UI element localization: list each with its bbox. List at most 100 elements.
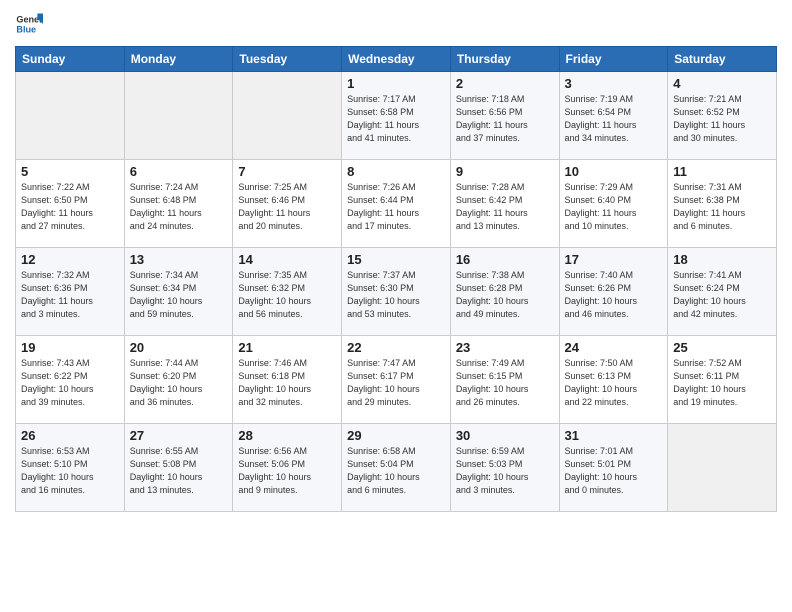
day-number: 18 <box>673 252 771 267</box>
day-info: Sunrise: 7:26 AM Sunset: 6:44 PM Dayligh… <box>347 181 445 233</box>
day-number: 6 <box>130 164 228 179</box>
day-number: 25 <box>673 340 771 355</box>
day-header-friday: Friday <box>559 47 668 72</box>
calendar-week-4: 19 Sunrise: 7:43 AM Sunset: 6:22 PM Dayli… <box>16 336 777 424</box>
day-info: Sunrise: 7:32 AM Sunset: 6:36 PM Dayligh… <box>21 269 119 321</box>
day-number: 17 <box>565 252 663 267</box>
calendar-cell: 22Sunrise: 7:47 AM Sunset: 6:17 PM Dayli… <box>342 336 451 424</box>
page-header: General Blue <box>15 10 777 38</box>
day-info: Sunrise: 7:21 AM Sunset: 6:52 PM Dayligh… <box>673 93 771 145</box>
day-number: 8 <box>347 164 445 179</box>
day-info: Sunrise: 6:53 AM Sunset: 5:10 PM Dayligh… <box>21 445 119 497</box>
calendar-cell: 9 Sunrise: 7:28 AM Sunset: 6:42 PM Daylig… <box>450 160 559 248</box>
day-info: Sunrise: 6:59 AM Sunset: 5:03 PM Dayligh… <box>456 445 554 497</box>
day-number: 13 <box>130 252 228 267</box>
calendar-cell: 26 Sunrise: 6:53 AM Sunset: 5:10 PM Dayli… <box>16 424 125 512</box>
day-number: 1 <box>347 76 445 91</box>
calendar-cell: 28 Sunrise: 6:56 AM Sunset: 5:06 PM Dayli… <box>233 424 342 512</box>
day-number: 29 <box>347 428 445 443</box>
day-header-tuesday: Tuesday <box>233 47 342 72</box>
day-number: 15 <box>347 252 445 267</box>
calendar-cell: 15 Sunrise: 7:37 AM Sunset: 6:30 PM Dayli… <box>342 248 451 336</box>
day-header-sunday: Sunday <box>16 47 125 72</box>
day-info: Sunrise: 7:19 AM Sunset: 6:54 PM Dayligh… <box>565 93 663 145</box>
day-info: Sunrise: 7:49 AM Sunset: 6:15 PM Dayligh… <box>456 357 554 409</box>
calendar-cell: 11Sunrise: 7:31 AM Sunset: 6:38 PM Dayli… <box>668 160 777 248</box>
day-info: Sunrise: 7:35 AM Sunset: 6:32 PM Dayligh… <box>238 269 336 321</box>
svg-text:Blue: Blue <box>16 24 36 34</box>
day-number: 26 <box>21 428 119 443</box>
day-info: Sunrise: 7:46 AM Sunset: 6:18 PM Dayligh… <box>238 357 336 409</box>
day-info: Sunrise: 7:37 AM Sunset: 6:30 PM Dayligh… <box>347 269 445 321</box>
calendar-cell: 4 Sunrise: 7:21 AM Sunset: 6:52 PM Daylig… <box>668 72 777 160</box>
calendar-table: SundayMondayTuesdayWednesdayThursdayFrid… <box>15 46 777 512</box>
calendar-body: 1 Sunrise: 7:17 AM Sunset: 6:58 PM Daylig… <box>16 72 777 512</box>
day-number: 19 <box>21 340 119 355</box>
calendar-week-2: 5Sunrise: 7:22 AM Sunset: 6:50 PM Daylig… <box>16 160 777 248</box>
day-number: 2 <box>456 76 554 91</box>
calendar-cell <box>668 424 777 512</box>
day-info: Sunrise: 6:55 AM Sunset: 5:08 PM Dayligh… <box>130 445 228 497</box>
calendar-cell <box>124 72 233 160</box>
day-info: Sunrise: 7:41 AM Sunset: 6:24 PM Dayligh… <box>673 269 771 321</box>
day-number: 12 <box>21 252 119 267</box>
day-info: Sunrise: 7:25 AM Sunset: 6:46 PM Dayligh… <box>238 181 336 233</box>
calendar-cell: 14 Sunrise: 7:35 AM Sunset: 6:32 PM Dayli… <box>233 248 342 336</box>
calendar-cell: 7 Sunrise: 7:25 AM Sunset: 6:46 PM Daylig… <box>233 160 342 248</box>
calendar-cell: 24 Sunrise: 7:50 AM Sunset: 6:13 PM Dayli… <box>559 336 668 424</box>
day-info: Sunrise: 7:52 AM Sunset: 6:11 PM Dayligh… <box>673 357 771 409</box>
calendar-cell: 18 Sunrise: 7:41 AM Sunset: 6:24 PM Dayli… <box>668 248 777 336</box>
day-number: 11 <box>673 164 771 179</box>
day-number: 14 <box>238 252 336 267</box>
day-number: 28 <box>238 428 336 443</box>
calendar-cell: 8 Sunrise: 7:26 AM Sunset: 6:44 PM Daylig… <box>342 160 451 248</box>
calendar-cell: 21 Sunrise: 7:46 AM Sunset: 6:18 PM Dayli… <box>233 336 342 424</box>
calendar-cell: 3 Sunrise: 7:19 AM Sunset: 6:54 PM Daylig… <box>559 72 668 160</box>
calendar-cell: 19 Sunrise: 7:43 AM Sunset: 6:22 PM Dayli… <box>16 336 125 424</box>
day-info: Sunrise: 7:44 AM Sunset: 6:20 PM Dayligh… <box>130 357 228 409</box>
day-info: Sunrise: 7:34 AM Sunset: 6:34 PM Dayligh… <box>130 269 228 321</box>
calendar-cell: 17 Sunrise: 7:40 AM Sunset: 6:26 PM Dayli… <box>559 248 668 336</box>
day-number: 9 <box>456 164 554 179</box>
day-info: Sunrise: 7:24 AM Sunset: 6:48 PM Dayligh… <box>130 181 228 233</box>
day-number: 3 <box>565 76 663 91</box>
day-info: Sunrise: 7:47 AM Sunset: 6:17 PM Dayligh… <box>347 357 445 409</box>
day-number: 24 <box>565 340 663 355</box>
calendar-cell: 10Sunrise: 7:29 AM Sunset: 6:40 PM Dayli… <box>559 160 668 248</box>
day-number: 7 <box>238 164 336 179</box>
day-header-wednesday: Wednesday <box>342 47 451 72</box>
day-info: Sunrise: 6:56 AM Sunset: 5:06 PM Dayligh… <box>238 445 336 497</box>
logo: General Blue <box>15 10 47 38</box>
calendar-cell: 16Sunrise: 7:38 AM Sunset: 6:28 PM Dayli… <box>450 248 559 336</box>
calendar-week-3: 12 Sunrise: 7:32 AM Sunset: 6:36 PM Dayli… <box>16 248 777 336</box>
calendar-cell <box>16 72 125 160</box>
calendar-cell: 20 Sunrise: 7:44 AM Sunset: 6:20 PM Dayli… <box>124 336 233 424</box>
day-number: 4 <box>673 76 771 91</box>
calendar-week-1: 1 Sunrise: 7:17 AM Sunset: 6:58 PM Daylig… <box>16 72 777 160</box>
calendar-cell: 29Sunrise: 6:58 AM Sunset: 5:04 PM Dayli… <box>342 424 451 512</box>
calendar-week-5: 26 Sunrise: 6:53 AM Sunset: 5:10 PM Dayli… <box>16 424 777 512</box>
calendar-header: SundayMondayTuesdayWednesdayThursdayFrid… <box>16 47 777 72</box>
day-info: Sunrise: 7:50 AM Sunset: 6:13 PM Dayligh… <box>565 357 663 409</box>
day-number: 20 <box>130 340 228 355</box>
day-info: Sunrise: 7:17 AM Sunset: 6:58 PM Dayligh… <box>347 93 445 145</box>
day-info: Sunrise: 7:01 AM Sunset: 5:01 PM Dayligh… <box>565 445 663 497</box>
day-info: Sunrise: 7:28 AM Sunset: 6:42 PM Dayligh… <box>456 181 554 233</box>
calendar-cell <box>233 72 342 160</box>
calendar-cell: 25 Sunrise: 7:52 AM Sunset: 6:11 PM Dayli… <box>668 336 777 424</box>
calendar-cell: 6 Sunrise: 7:24 AM Sunset: 6:48 PM Daylig… <box>124 160 233 248</box>
calendar-cell: 13 Sunrise: 7:34 AM Sunset: 6:34 PM Dayli… <box>124 248 233 336</box>
calendar-cell: 1 Sunrise: 7:17 AM Sunset: 6:58 PM Daylig… <box>342 72 451 160</box>
calendar-cell: 27Sunrise: 6:55 AM Sunset: 5:08 PM Dayli… <box>124 424 233 512</box>
day-info: Sunrise: 7:40 AM Sunset: 6:26 PM Dayligh… <box>565 269 663 321</box>
logo-icon: General Blue <box>15 10 43 38</box>
calendar-cell: 12 Sunrise: 7:32 AM Sunset: 6:36 PM Dayli… <box>16 248 125 336</box>
day-number: 31 <box>565 428 663 443</box>
day-number: 5 <box>21 164 119 179</box>
day-header-thursday: Thursday <box>450 47 559 72</box>
calendar-cell: 2 Sunrise: 7:18 AM Sunset: 6:56 PM Daylig… <box>450 72 559 160</box>
day-number: 16 <box>456 252 554 267</box>
day-info: Sunrise: 7:18 AM Sunset: 6:56 PM Dayligh… <box>456 93 554 145</box>
day-info: Sunrise: 7:43 AM Sunset: 6:22 PM Dayligh… <box>21 357 119 409</box>
day-number: 21 <box>238 340 336 355</box>
